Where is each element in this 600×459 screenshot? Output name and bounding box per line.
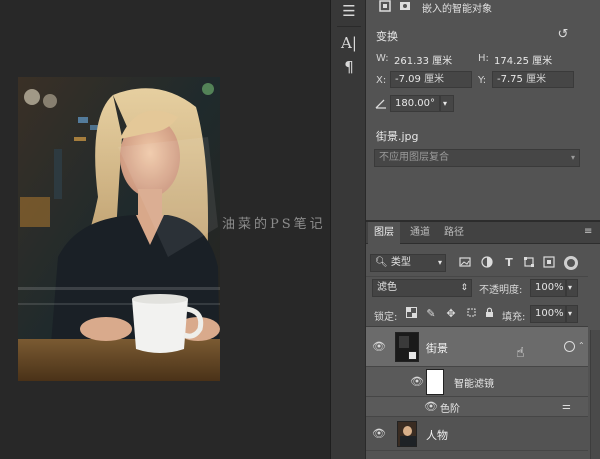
lock-artboard-icon[interactable] — [464, 307, 478, 321]
reset-transform-icon[interactable]: ↺ — [556, 28, 570, 42]
y-unit: 厘米 — [526, 74, 547, 85]
layers-scrollbar[interactable] — [590, 330, 600, 459]
blend-mode-select[interactable]: 滤色 ⇕ — [372, 279, 472, 297]
properties-header-label: 嵌入的智能对象 — [422, 4, 492, 15]
smart-filters-row[interactable]: 👁︎ 智能滤镜 — [366, 367, 588, 397]
w-label: W: — [376, 53, 389, 64]
smart-object-badge-icon — [408, 351, 417, 360]
filter-name-levels[interactable]: 色阶 — [440, 400, 460, 415]
embedded-icon — [398, 0, 412, 14]
transform-section-title: 变换 — [376, 30, 398, 43]
chevron-down-icon: ▾ — [570, 153, 575, 162]
paragraph-panel-icon[interactable]: ¶ — [339, 58, 359, 76]
visibility-eye-icon[interactable]: 👁︎ — [410, 376, 424, 387]
filter-row-levels[interactable]: 👁︎ 色阶 ⚌ — [366, 397, 588, 417]
h-label: H: — [478, 53, 489, 64]
shape-filter-icon[interactable] — [522, 256, 536, 270]
adjustments-sliders-icon[interactable]: ☰ — [339, 2, 359, 20]
properties-panel: 嵌入的智能对象 变换 ↺ W: 261.33 厘米 H: 174.25 厘米 X… — [366, 0, 600, 222]
tab-channels[interactable]: 通道 — [404, 222, 436, 244]
lock-transparent-pixels-icon[interactable] — [404, 307, 418, 321]
visibility-eye-icon[interactable]: 👁︎ — [372, 341, 386, 352]
panel-menu-icon[interactable]: ≡ — [584, 227, 594, 237]
smart-object-icon — [378, 0, 392, 14]
layer-thumbnail-person[interactable] — [397, 421, 417, 447]
layer-comp-placeholder: 不应用图层复合 — [379, 152, 449, 163]
divider — [337, 26, 361, 27]
chevron-updown-icon: ⇕ — [460, 283, 468, 293]
mouse-cursor-icon: ☝ — [516, 345, 525, 361]
filter-toggle-icon[interactable] — [564, 256, 578, 270]
document-image[interactable] — [18, 77, 220, 381]
angle-dropdown[interactable]: ▾ — [440, 95, 454, 112]
fill-label: 填充: — [502, 312, 526, 323]
lock-label: 锁定: — [374, 312, 398, 323]
type-filter-icon[interactable]: T — [502, 256, 516, 270]
divider — [366, 276, 588, 277]
canvas-area[interactable]: 油菜的PS笔记 — [0, 0, 330, 459]
fill-field[interactable]: 100% — [530, 305, 566, 323]
blend-mode-value: 滤色 — [377, 282, 397, 293]
visibility-eye-icon[interactable]: 👁︎ — [424, 401, 438, 412]
lock-position-icon[interactable]: ✥ — [444, 307, 458, 321]
layer-row-person[interactable]: 👁︎ 人物 — [366, 417, 588, 451]
photo-composite — [18, 77, 220, 381]
y-value: -7.75 — [497, 74, 523, 85]
adjustment-filter-icon[interactable] — [480, 256, 494, 270]
x-label: X: — [376, 75, 387, 86]
search-icon: 🔍︎ — [375, 257, 388, 268]
layers-panel-tabs: 图层 通道 路径 ≡ — [366, 222, 600, 244]
chevron-down-icon: ▾ — [437, 258, 442, 267]
tab-paths[interactable]: 路径 — [438, 222, 470, 244]
collapse-arrow-icon[interactable]: ⌃ — [578, 341, 585, 350]
character-panel-icon[interactable]: A| — [339, 34, 359, 52]
opacity-field[interactable]: 100% — [530, 279, 566, 297]
lock-all-icon[interactable] — [482, 307, 496, 321]
source-filename: 街景.jpg — [376, 130, 419, 143]
smart-filter-indicator-icon[interactable] — [564, 341, 575, 352]
x-value: -7.09 — [395, 74, 421, 85]
opacity-label: 不透明度: — [479, 285, 523, 296]
angle-field[interactable]: 180.00° — [390, 95, 440, 112]
opacity-dropdown[interactable]: ▾ — [566, 279, 578, 297]
x-field[interactable]: -7.09 厘米 — [390, 71, 472, 88]
visibility-eye-icon[interactable]: 👁︎ — [372, 428, 386, 439]
h-value[interactable]: 174.25 厘米 — [494, 52, 552, 67]
filter-options-icon[interactable]: ⚌ — [562, 401, 571, 412]
right-panel: 嵌入的智能对象 变换 ↺ W: 261.33 厘米 H: 174.25 厘米 X… — [366, 0, 600, 459]
filter-kind-select[interactable]: 🔍︎ 类型 ▾ — [370, 254, 446, 272]
layer-row-street[interactable]: 👁︎ 街景 ☝ ⌃ — [366, 327, 588, 367]
y-field[interactable]: -7.75 厘米 — [492, 71, 574, 88]
layer-name-person[interactable]: 人物 — [426, 427, 448, 443]
layer-name-street[interactable]: 街景 — [426, 340, 448, 356]
w-value[interactable]: 261.33 厘米 — [394, 52, 452, 67]
smart-filter-mask-thumbnail[interactable] — [426, 369, 444, 395]
tab-layers[interactable]: 图层 — [368, 222, 400, 244]
filter-kind-value: 类型 — [390, 257, 411, 268]
lock-image-pixels-icon[interactable]: ✎ — [424, 307, 438, 321]
angle-icon — [374, 97, 388, 111]
layers-panel: 图层 通道 路径 ≡ 🔍︎ 类型 ▾ T 滤色 ⇕ 不透明度: 100% ▾ 锁… — [366, 222, 600, 459]
fill-dropdown[interactable]: ▾ — [566, 305, 578, 323]
layer-comp-select[interactable]: 不应用图层复合 ▾ — [374, 149, 580, 167]
y-label: Y: — [478, 75, 487, 86]
x-unit: 厘米 — [424, 74, 445, 85]
layer-thumbnail-street[interactable] — [395, 332, 419, 362]
pixel-filter-icon[interactable] — [458, 256, 472, 270]
smart-object-filter-icon[interactable] — [542, 256, 556, 270]
panel-dock-strip: ☰ A| ¶ — [330, 0, 366, 459]
watermark-text: 油菜的PS笔记 — [222, 217, 326, 232]
smart-filters-label: 智能滤镜 — [454, 379, 494, 390]
